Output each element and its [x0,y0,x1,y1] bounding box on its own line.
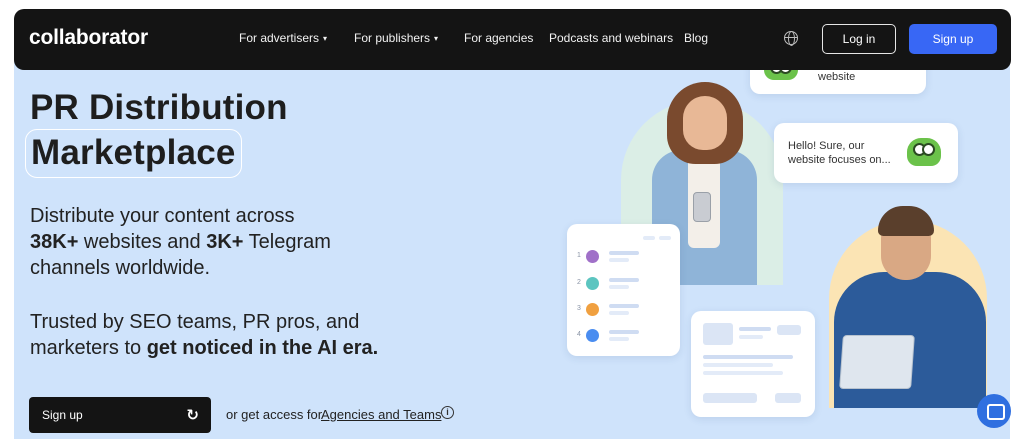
nav-for-publishers[interactable]: For publishers ▾ [354,31,438,45]
phone-image [693,192,711,222]
trust-line2: marketers to get noticed in the AI era. [30,335,378,361]
or-access-text: or get access for [226,407,323,422]
chevron-down-icon: ▾ [323,34,328,43]
button-placeholder [775,393,801,403]
placeholder-bar [609,278,639,282]
description-text: Telegram [243,231,331,253]
nav-link-label: Podcasts and webinars [549,31,674,45]
page-title-line1: PR Distribution [30,88,288,127]
placeholder-bar [609,330,639,334]
placeholder-bar [609,285,629,289]
trust-emphasis: get noticed in the AI era. [146,337,379,359]
placeholder-bar [739,327,771,331]
rank-number: 3 [577,305,581,312]
rank-number: 4 [577,331,581,338]
rank-dot [586,250,599,263]
placeholder-bar [659,236,671,240]
placeholder-bar [739,335,763,339]
rank-number: 2 [577,279,581,286]
nav-blog[interactable]: Blog [684,31,708,45]
image-placeholder [703,323,733,345]
description-line2: 38K+ websites and 3K+ Telegram [30,229,331,255]
description-text: websites and [78,231,207,253]
page-title-line2: Marketplace [25,129,242,178]
info-icon[interactable]: i [441,406,454,419]
arrow-icon: ↻ [186,407,199,424]
rank-dot [586,277,599,290]
top-navbar: collaborator For advertisers ▾ For publis… [14,9,1011,70]
chevron-down-icon: ▾ [434,34,439,43]
trust-line1: Trusted by SEO teams, PR pros, and [30,311,360,333]
signup-button[interactable]: Sign up [909,24,997,54]
rank-dot [586,329,599,342]
placeholder-bar [609,251,639,255]
placeholder-bar [609,311,629,315]
nav-for-agencies[interactable]: For agencies [464,31,533,45]
globe-icon[interactable] [784,31,798,46]
websites-count: 38K+ [30,231,79,253]
woman-photo-face [683,96,727,150]
placeholder-bar [609,304,639,308]
nav-podcasts-webinars[interactable]: Podcasts and webinars [549,31,673,45]
nav-link-label: For publishers [354,31,431,45]
description-line1: Distribute your content across [30,205,295,227]
rank-number: 1 [577,252,581,259]
mascot-icon [907,138,941,166]
trust-text: marketers to [30,337,147,359]
nav-for-advertisers[interactable]: For advertisers ▾ [239,31,327,45]
hero-signup-button[interactable]: Sign up ↻ [29,397,211,433]
ranking-list-card: 1 2 3 4 [567,224,680,356]
agencies-teams-link[interactable]: Agencies and Teams [321,407,441,422]
logo[interactable]: collaborator [29,26,148,50]
description-line3: channels worldwide. [30,257,211,279]
page: collaborator For advertisers ▾ For publis… [0,0,1024,439]
button-placeholder [703,393,757,403]
bubble-reply-line2: website focuses on... [788,154,891,166]
chat-bubble-reply: Hello! Sure, our website focuses on... [774,123,958,183]
nav-link-label: For agencies [464,31,534,45]
chat-support-icon[interactable] [977,394,1011,428]
telegram-count: 3K+ [206,231,244,253]
placeholder-bar [643,236,655,240]
nav-link-label: Blog [684,31,709,45]
laptop-image [839,335,915,389]
placeholder-bar [609,258,629,262]
nav-link-label: For advertisers [239,31,320,45]
bubble-top-text: website [818,71,856,83]
rank-dot [586,303,599,316]
login-button[interactable]: Log in [822,24,896,54]
article-preview-card [691,311,815,417]
placeholder-bar [703,371,783,375]
placeholder-bar [703,363,773,367]
hero-signup-label: Sign up [42,408,83,422]
placeholder-bar [703,355,793,359]
tag-placeholder [777,325,801,335]
bubble-reply-line1: Hello! Sure, our [788,140,865,152]
placeholder-bar [609,337,629,341]
